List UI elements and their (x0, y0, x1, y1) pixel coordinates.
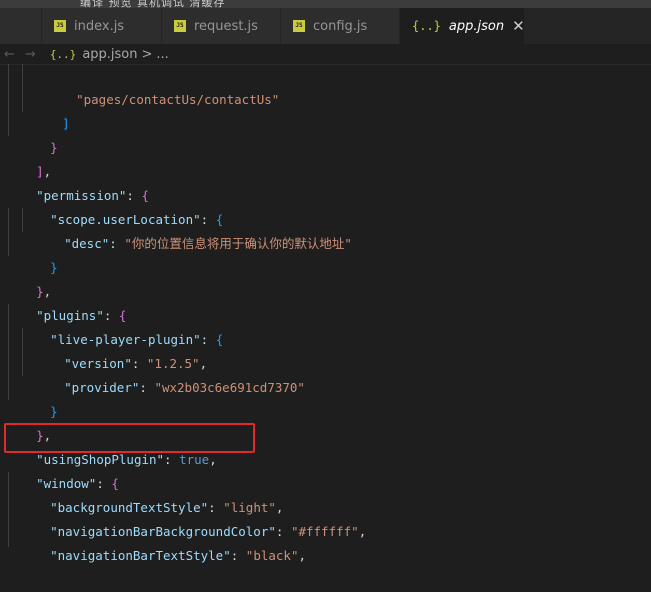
forward-arrow-icon[interactable]: → (25, 47, 36, 62)
colon: : (164, 452, 180, 467)
code-line: "live-player-plugin": { (20, 304, 223, 347)
comma: , (298, 548, 307, 563)
comma: , (358, 524, 367, 539)
tab-label: config.js (313, 18, 368, 34)
code-line: } (20, 376, 58, 419)
json-key: "provider" (64, 380, 140, 395)
string-value: "black" (245, 548, 299, 563)
brace: } (50, 260, 58, 275)
chevron-right-icon: > (141, 46, 153, 62)
back-arrow-icon[interactable]: ← (4, 47, 15, 62)
tab-request-js[interactable]: JS request.js (162, 8, 281, 44)
string-value: "pages/contactUs/contactUs" (76, 92, 280, 107)
colon: : (139, 380, 155, 395)
code-line: } (20, 232, 58, 275)
js-file-icon: JS (174, 20, 186, 32)
string-value: "你的位置信息将用于确认你的默认地址" (124, 236, 352, 251)
code-line: "pages/contactUs/contactUs" (46, 64, 279, 107)
code-line: "navigationBarBackgroundColor": "#ffffff… (20, 496, 366, 539)
tab-label: request.js (194, 18, 258, 34)
menu-bar-text[interactable]: 编译 预览 真机调试 清缓存 (80, 0, 226, 8)
json-file-icon: {..} (49, 47, 77, 61)
editor-tab-bar: JS index.js JS request.js JS config.js {… (0, 8, 651, 44)
code-line: ] (32, 88, 70, 131)
code-line: "navigationBarTextStyle": "black", (20, 520, 306, 563)
json-key: "navigationBarTextStyle" (50, 548, 231, 563)
brace: } (50, 140, 58, 155)
breadcrumb-more[interactable]: ... (156, 47, 168, 62)
code-line: } (20, 112, 58, 155)
code-editor[interactable]: "pages/contactUs/contactUs" ] } ], "perm… (0, 64, 651, 563)
code-line: ], (6, 136, 51, 179)
code-line: "desc": "你的位置信息将用于确认你的默认地址" (34, 208, 352, 251)
comma: , (209, 452, 217, 467)
code-line: "backgroundTextStyle": "light", (20, 472, 283, 515)
code-line: "scope.userLocation": { (20, 184, 223, 227)
breadcrumb: ← → {..} app.json > ... (0, 44, 651, 65)
tab-config-js[interactable]: JS config.js (281, 8, 400, 44)
breadcrumb-file[interactable]: app.json (82, 47, 137, 62)
tab-label: app.json (448, 18, 505, 34)
brace: } (50, 404, 58, 419)
menu-bar: 编译 预览 真机调试 清缓存 (0, 0, 651, 8)
code-line: "version": "1.2.5", (34, 328, 207, 371)
js-file-icon: JS (293, 20, 305, 32)
highlight-annotation-box (4, 423, 255, 453)
bracket: ] (62, 116, 70, 131)
string-value: "wx2b03c6e691cd7370" (154, 380, 305, 395)
json-file-icon: {..} (412, 19, 441, 33)
tab-app-json[interactable]: {..} app.json ✕ (400, 8, 525, 44)
brace: { (215, 332, 224, 347)
tab-partial-js[interactable] (0, 8, 42, 44)
tab-index-js[interactable]: JS index.js (42, 8, 162, 44)
colon: : (230, 548, 246, 563)
boolean-value: true (179, 452, 210, 467)
tab-label: index.js (74, 18, 125, 34)
code-line: }, (6, 256, 51, 299)
indent-guide (22, 64, 23, 112)
close-icon[interactable]: ✕ (504, 17, 525, 35)
js-file-icon: JS (54, 20, 66, 32)
code-line: "permission": { (6, 160, 149, 203)
colon: : (109, 236, 125, 251)
code-line: "plugins": { (6, 280, 126, 323)
json-key: "desc" (64, 236, 110, 251)
indent-guide (8, 64, 9, 136)
code-line: }, (6, 400, 51, 443)
code-line: "provider": "wx2b03c6e691cd7370" (34, 352, 305, 395)
